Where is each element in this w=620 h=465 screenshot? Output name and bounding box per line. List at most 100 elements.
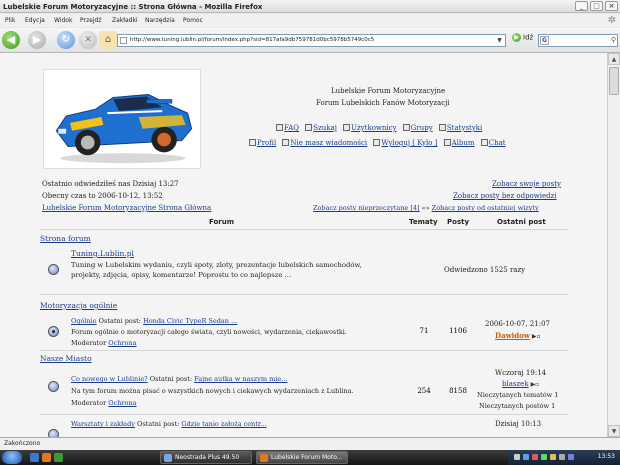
- last-post-user-link[interactable]: blaszek: [502, 380, 529, 388]
- forum-name-tuning[interactable]: Tuning.Lublin.pl: [71, 249, 134, 258]
- nav-grupy[interactable]: Grupy: [402, 124, 433, 132]
- forum-logo[interactable]: [43, 69, 201, 169]
- search-icon[interactable]: ⚲: [611, 36, 616, 44]
- see-unanswered-link[interactable]: Zobacz posty bez odpowiedzi: [453, 192, 557, 200]
- go-to-post-icon[interactable]: ▶▫: [532, 333, 541, 340]
- quicklaunch-desktop-icon[interactable]: [30, 453, 39, 462]
- menu-pomoc[interactable]: Pomoc: [183, 17, 203, 24]
- forum-name-lublin[interactable]: Co nowego w Lublinie?: [71, 375, 148, 383]
- tray-icon[interactable]: [541, 454, 547, 460]
- title-bar: Lubelskie Forum Motoryzacyjne :: Strona …: [0, 0, 620, 13]
- forum-topics-count: 254: [417, 387, 431, 395]
- forum-row-ogolnie: Ogólnie Ostatni post: Honda Civic TypeR …: [71, 317, 238, 325]
- connection-icon: [164, 454, 172, 462]
- scroll-thumb[interactable]: [609, 67, 619, 95]
- nav-uzytkownicy[interactable]: Użytkownicy: [343, 124, 397, 132]
- row-divider: [40, 294, 568, 295]
- stop-icon: ✕: [84, 35, 92, 45]
- go-to-post-icon[interactable]: ▶▫: [531, 381, 540, 388]
- tray-icon[interactable]: [532, 454, 538, 460]
- reload-button[interactable]: ↻: [57, 31, 75, 49]
- tray-icon[interactable]: [568, 454, 574, 460]
- last-topic-link[interactable]: Honda Civic TypeR Sedan ...: [143, 317, 237, 325]
- nav-statystyki[interactable]: Statystyki: [438, 124, 482, 132]
- tray-icon[interactable]: [550, 454, 556, 460]
- home-button[interactable]: ⌂: [99, 31, 117, 49]
- tray-icon[interactable]: [559, 454, 565, 460]
- stop-button[interactable]: ✕: [79, 31, 97, 49]
- nav-faq[interactable]: FAQ: [276, 124, 299, 132]
- back-button[interactable]: ◀: [2, 31, 20, 49]
- see-since-last-visit-link[interactable]: Zobacz posty od ostatniej wizyty: [432, 204, 539, 212]
- minimize-button[interactable]: _: [575, 1, 588, 11]
- clock[interactable]: 13:53: [598, 453, 615, 460]
- tray-icon[interactable]: [514, 454, 520, 460]
- forum-desc-ogolnie: Forum ogólnie o motoryzacji całego świat…: [71, 328, 347, 336]
- forum-name-warsztaty[interactable]: Warsztaty i zakłady: [71, 420, 135, 428]
- see-unread-row: Zobacz posty nieprzeczytane [4] «» Zobac…: [313, 204, 539, 212]
- start-button[interactable]: [2, 451, 22, 464]
- last-topic-link[interactable]: Fajne autka w naszym mie...: [194, 375, 287, 383]
- column-last-post: Ostatni post: [497, 218, 546, 226]
- column-posts: Posty: [447, 218, 470, 226]
- tray-icon[interactable]: [523, 454, 529, 460]
- maximize-button[interactable]: □: [590, 1, 603, 11]
- last-post-date: Dzisiaj 10:13: [495, 420, 542, 428]
- messages-icon: [282, 139, 290, 146]
- throbber-icon: ✲: [607, 15, 616, 26]
- status-text: Zakończono: [4, 440, 41, 447]
- last-topic-link[interactable]: Gdzie tanio założą centr...: [181, 420, 266, 428]
- search-input[interactable]: G ⚲: [538, 34, 618, 47]
- favicon-icon: [120, 37, 127, 44]
- url-bar[interactable]: http://www.tuning.lublin.pl/forum/index.…: [117, 34, 506, 47]
- category-motoryzacja[interactable]: Motoryzacja ogólnie: [40, 301, 117, 310]
- quicklaunch-firefox-icon[interactable]: [42, 453, 51, 462]
- profile-icon: [249, 139, 256, 146]
- status-bar: Zakończono: [0, 437, 620, 450]
- close-button[interactable]: ×: [605, 1, 618, 11]
- moderator-link[interactable]: Ochrona: [108, 339, 136, 347]
- nav-szukaj[interactable]: Szukaj: [305, 124, 337, 132]
- last-post-user-link[interactable]: Dawidow: [495, 331, 530, 340]
- url-dropdown-icon[interactable]: ▼: [495, 36, 504, 45]
- faq-icon: [276, 124, 283, 131]
- nav-wiadomosci[interactable]: Nie masz wiadomości: [282, 139, 367, 147]
- see-own-posts-link[interactable]: Zobacz swoje posty: [492, 180, 561, 188]
- nav-wyloguj[interactable]: Wyloguj [ Kylo ]: [373, 139, 437, 147]
- menu-edycja[interactable]: Edycja: [25, 17, 45, 24]
- reload-icon: ↻: [61, 34, 71, 45]
- see-unread-link[interactable]: Zobacz posty nieprzeczytane [4]: [313, 204, 420, 212]
- stats-icon: [438, 124, 446, 131]
- vertical-scrollbar[interactable]: ▲ ▼: [607, 53, 620, 437]
- task-neostrada[interactable]: Neostrada Plus 49.50: [160, 451, 252, 464]
- logout-icon: [373, 139, 381, 146]
- go-button[interactable]: ▶ Idź: [512, 33, 533, 42]
- category-nasze-miasto[interactable]: Nasze Miasto: [40, 354, 92, 363]
- forum-name-ogolnie[interactable]: Ogólnie: [71, 317, 97, 325]
- forum-status-icon: [48, 326, 59, 337]
- forum-row-lublin: Co nowego w Lublinie? Ostatni post: Fajn…: [71, 375, 288, 383]
- menu-plik[interactable]: Plik: [5, 17, 15, 24]
- menu-zakladki[interactable]: Zakładki: [112, 17, 138, 24]
- breadcrumb[interactable]: Lubelskie Forum Motoryzacyjne Strona Głó…: [42, 204, 211, 212]
- forward-arrow-icon: ▶: [32, 33, 42, 46]
- menu-widok[interactable]: Widok: [54, 17, 72, 24]
- moderator-link[interactable]: Ochrona: [108, 399, 136, 407]
- menu-przejdz[interactable]: Przejdź: [80, 17, 101, 24]
- forward-button[interactable]: ▶: [28, 31, 46, 49]
- scroll-up-icon[interactable]: ▲: [608, 53, 620, 65]
- task-firefox[interactable]: Lubelskie Forum Moto...: [256, 451, 348, 464]
- car-logo-image: [44, 70, 200, 168]
- nav-links-row-1: FAQ Szukaj Użytkownicy Grupy Statystyki: [276, 124, 486, 132]
- site-subtitle: Forum Lubelskich Fanów Motoryzacji: [316, 99, 450, 107]
- system-tray: 13:53: [508, 450, 620, 465]
- quicklaunch-app-icon[interactable]: [54, 453, 63, 462]
- search-engine-icon[interactable]: G: [540, 36, 549, 45]
- scroll-down-icon[interactable]: ▼: [608, 425, 620, 437]
- nav-profil[interactable]: Profil: [249, 139, 276, 147]
- menu-narzedzia[interactable]: Narzędzia: [145, 17, 175, 24]
- nav-chat[interactable]: Chat: [480, 139, 506, 147]
- category-strona-forum[interactable]: Strona forum: [40, 234, 91, 243]
- nav-album[interactable]: Album: [443, 139, 475, 147]
- home-icon: ⌂: [104, 34, 112, 45]
